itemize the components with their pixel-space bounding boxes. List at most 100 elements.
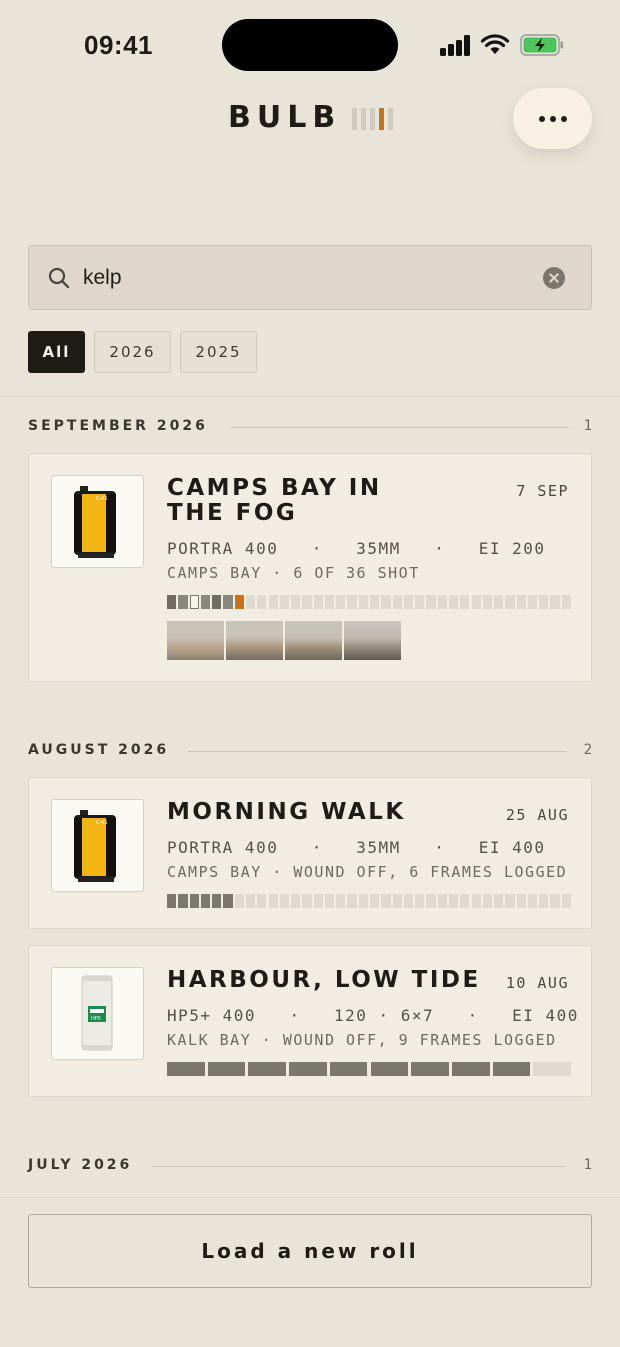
photo-thumbnail[interactable] [167,621,224,660]
frame-cell [505,894,515,908]
frame-cell [336,894,346,908]
frame-cell [234,894,244,908]
frame-cell [448,595,459,609]
frame-cell [426,595,436,609]
frame-cell [223,894,233,908]
photo-thumbnail[interactable] [285,621,342,660]
frame-cell [289,1062,327,1076]
roll-card-camps-bay-fog[interactable]: C-41 CAMPS BAY IN THE FOG 7 SEP PORTRA 4… [28,453,592,682]
roll-card-harbour-low-tide[interactable]: HP5 HARBOUR, LOW TIDE 10 AUG HP5+ 400 · … [28,945,592,1097]
roll-location-progress: CAMPS BAY · WOUND OFF, 6 FRAMES LOGGED [167,863,568,881]
ellipsis-icon [538,115,545,122]
frame-cell [291,595,301,609]
frame-cell [437,894,447,908]
frame-cell [200,894,211,908]
frame-cell [370,1062,409,1076]
frame-cell [167,894,177,908]
frame-cell [313,894,323,908]
frame-cell [234,595,244,609]
section-count: 1 [583,418,592,434]
photo-thumbnail[interactable] [344,621,401,660]
load-new-roll-button[interactable]: Load a new roll [28,1214,592,1288]
frame-cell [245,595,256,609]
frame-cell [257,595,267,609]
roll-film-meta: HP5+ 400 · 120 · 6×7 · EI 400 [167,1006,579,1025]
roll-film-meta: PORTRA 400 · 35MM · EI 400 [167,838,546,857]
frame-progress-strip [167,595,571,609]
filter-chip-all[interactable]: All [28,331,85,373]
frame-cell [539,894,549,908]
frame-cell [516,595,526,609]
section-rule [188,751,566,752]
section-rule [152,1166,566,1167]
filter-chip-2025[interactable]: 2025 [180,331,257,373]
roll-card-morning-walk[interactable]: C-41 MORNING WALK 25 AUG PORTRA 400 · 35… [28,777,592,929]
frame-cell [167,595,177,609]
frame-cell [471,595,481,609]
frame-cell [347,595,357,609]
roll-location-progress: KALK BAY · WOUND OFF, 9 FRAMES LOGGED [167,1031,557,1049]
frame-cell [329,1062,368,1076]
section-label: AUGUST 2026 [28,742,170,758]
roll-date: 10 AUG [505,974,569,992]
svg-text:C-41: C-41 [96,496,108,502]
frame-cell [207,1062,246,1076]
section-label: SEPTEMBER 2026 [28,418,208,434]
frame-cell [245,894,256,908]
frame-cell [268,894,278,908]
frame-cell [381,595,391,609]
frame-cell [533,1062,571,1076]
frame-cell [437,595,447,609]
frame-cell [257,894,267,908]
dynamic-island [222,19,398,71]
frame-cell [212,595,222,609]
section-header-september: SEPTEMBER 2026 1 [28,418,592,438]
filter-chip-2026[interactable]: 2026 [94,331,171,373]
frame-cell [448,894,459,908]
status-bar: 09:41 [0,0,620,90]
frame-cell [561,894,571,908]
frame-cell [178,894,188,908]
clear-search-icon[interactable] [543,267,565,289]
more-menu-button[interactable] [513,88,592,149]
section-header-july: JULY 2026 1 [28,1157,592,1177]
frame-cell [392,595,402,609]
kodak-portra-canister-icon: C-41 [51,475,144,568]
section-count: 2 [583,742,592,758]
frame-cell [279,595,290,609]
frame-cell [223,595,233,609]
roll-date: 7 SEP [516,482,569,500]
roll-title: CAMPS BAY IN THE FOG [167,475,382,526]
frame-cell [550,595,560,609]
frame-progress-strip [167,1062,571,1076]
frame-cell [550,894,560,908]
frame-cell [167,1062,205,1076]
frame-cell [279,894,290,908]
frame-cell [426,894,436,908]
svg-text:HP5: HP5 [91,1016,101,1022]
roll-location-progress: CAMPS BAY · 6 OF 36 SHOT [167,564,420,582]
roll-film-meta: PORTRA 400 · 35MM · EI 200 [167,539,546,558]
film-frames-logo-icon [352,108,396,130]
search-input[interactable] [83,260,523,296]
frame-cell [189,595,199,609]
kodak-portra-canister-icon: C-41 [51,799,144,892]
battery-charging-icon [520,34,563,56]
ilford-hp5-120-roll-icon: HP5 [51,967,144,1060]
frame-cell [460,894,470,908]
wifi-icon [480,34,510,54]
frame-cell [539,595,549,609]
section-header-august: AUGUST 2026 2 [28,742,592,762]
frame-cell [324,894,335,908]
section-rule [229,427,569,428]
frame-cell [516,894,526,908]
frame-cell [381,894,391,908]
frame-cell [302,595,312,609]
frame-cell [492,1062,531,1076]
frame-cell [415,894,425,908]
status-time: 09:41 [84,30,153,60]
roll-date: 25 AUG [505,806,569,824]
photo-thumbnail[interactable] [226,621,283,660]
frame-cell [460,595,470,609]
frame-cell [494,595,504,609]
